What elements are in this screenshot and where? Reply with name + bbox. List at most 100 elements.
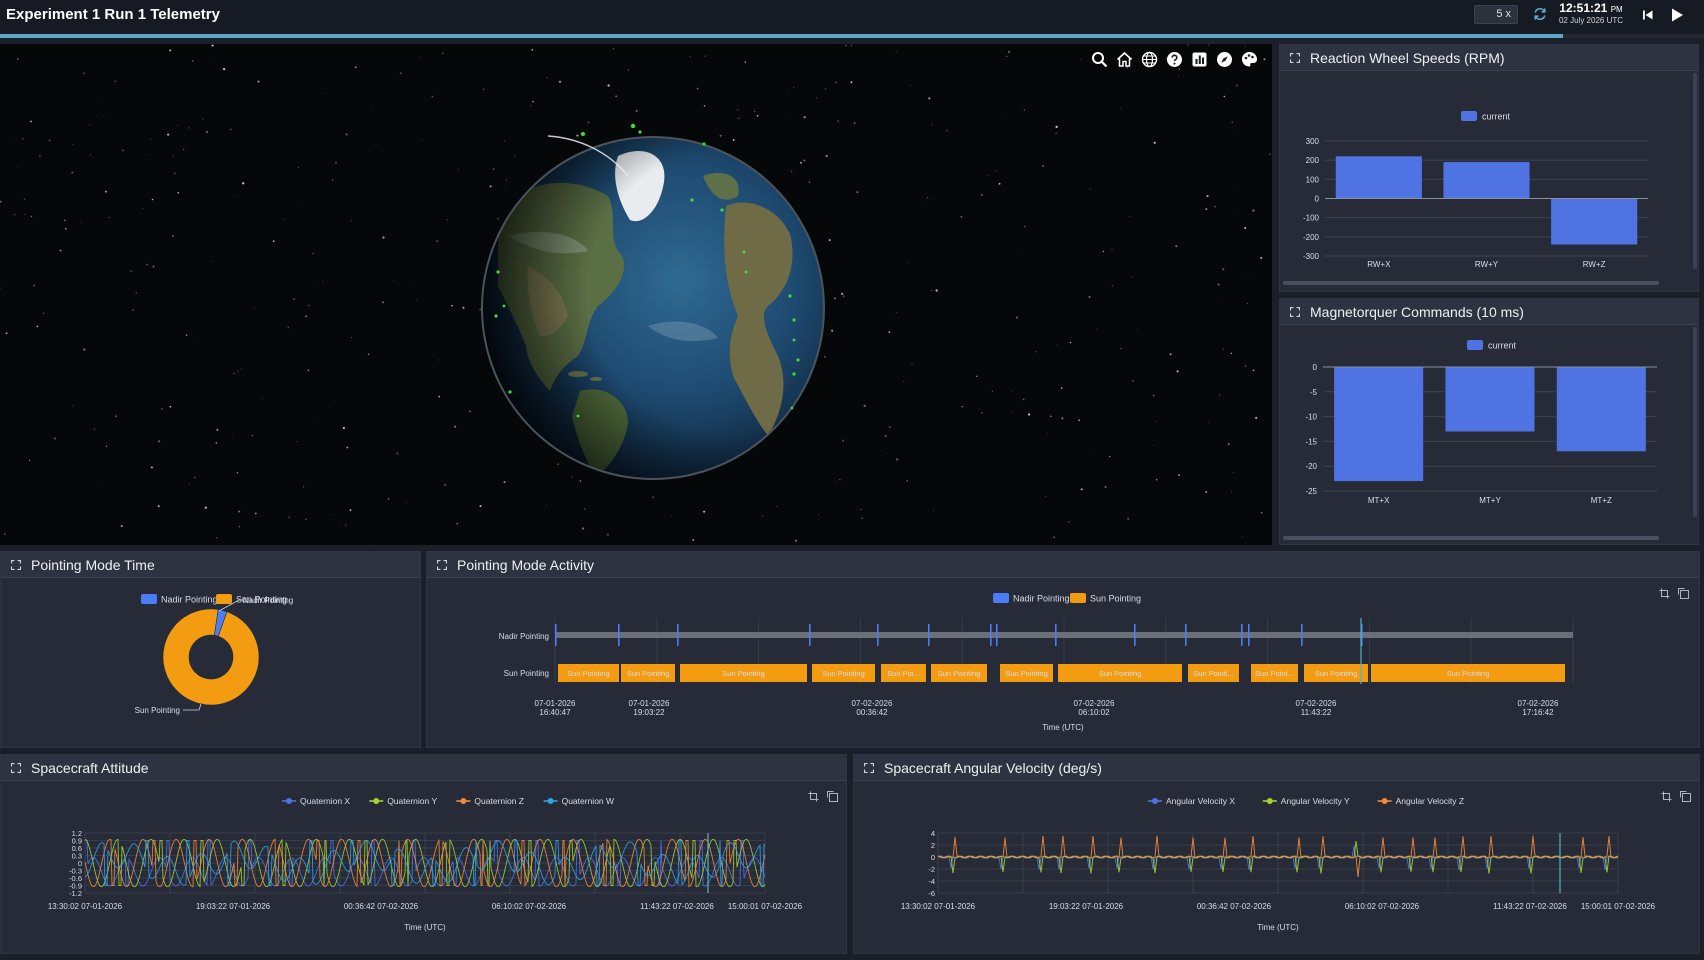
globe-viewer[interactable] — [0, 44, 1272, 545]
nadir-segment[interactable] — [996, 624, 998, 646]
pointing-time-donut[interactable]: Nadir Pointing Sun Pointing Nadir Pointing… — [1, 578, 420, 746]
star — [1006, 55, 1008, 58]
help-icon[interactable] — [1164, 49, 1185, 70]
legend-marker — [1381, 798, 1388, 804]
bar[interactable] — [1556, 367, 1646, 452]
globe-icon[interactable] — [1139, 49, 1160, 70]
horizontal-scrollbar[interactable] — [1283, 536, 1659, 540]
reset-zoom-icon[interactable] — [827, 791, 838, 802]
star — [703, 510, 706, 513]
star — [1235, 84, 1239, 87]
skip-to-start-icon[interactable] — [1640, 7, 1656, 23]
nadir-segment[interactable] — [1055, 624, 1057, 646]
nadir-segment[interactable] — [1185, 624, 1187, 646]
star — [558, 80, 562, 83]
y-tick-label: -2 — [928, 865, 935, 874]
attitude-chart[interactable]: Quaternion X Quaternion Y Quaternion Z Quat… — [1, 781, 846, 953]
star — [1244, 46, 1246, 47]
x-axis-label: Time (UTC) — [404, 923, 446, 932]
star — [1152, 444, 1154, 446]
sync-icon[interactable] — [1532, 6, 1548, 22]
playback-speed-input[interactable]: 5 x — [1474, 5, 1518, 24]
star — [887, 452, 889, 454]
star — [1132, 380, 1134, 382]
star — [1242, 536, 1244, 538]
star — [192, 60, 194, 62]
row-label: Nadir Pointing — [499, 632, 549, 641]
reset-zoom-icon[interactable] — [1680, 791, 1691, 802]
nadir-segment[interactable] — [1241, 624, 1243, 646]
nadir-segment[interactable] — [877, 624, 879, 646]
legend-swatch[interactable] — [141, 594, 157, 604]
pointing-activity-timeline[interactable]: Nadir Pointing Sun Pointing Nadir Pointing… — [427, 578, 1699, 746]
legend-label: Nadir Pointing — [161, 595, 218, 605]
star — [334, 161, 337, 164]
star — [835, 481, 837, 483]
bar[interactable] — [1551, 198, 1638, 245]
angular-velocity-chart[interactable]: Angular Velocity X Angular Velocity Y Angu… — [854, 781, 1699, 953]
y-tick-label: 0 — [931, 853, 935, 862]
donut-slice[interactable] — [162, 608, 260, 706]
expand-icon[interactable] — [11, 559, 21, 570]
legend-label: current — [1482, 112, 1511, 122]
bar[interactable] — [1445, 367, 1535, 432]
nadir-segment[interactable] — [677, 624, 679, 646]
y-tick-label: -100 — [1303, 214, 1320, 223]
home-icon[interactable] — [1114, 49, 1135, 70]
reset-zoom-icon[interactable] — [1678, 588, 1689, 599]
legend-swatch[interactable] — [993, 593, 1009, 603]
legend-swatch[interactable] — [1467, 340, 1483, 350]
nadir-segment[interactable] — [1248, 624, 1250, 646]
star — [995, 170, 997, 172]
star — [776, 505, 778, 507]
magnetorquer-chart[interactable]: current 0 -5 -10 -15 -20 -25 MT+X MT+Y MT+Z — [1280, 325, 1690, 540]
expand-icon[interactable] — [11, 762, 21, 773]
bar[interactable] — [1443, 162, 1530, 199]
star — [1155, 478, 1158, 481]
bar[interactable] — [1334, 367, 1424, 482]
star — [396, 452, 399, 455]
nadir-segment[interactable] — [809, 624, 811, 646]
slice-label-sun: Sun Pointing — [135, 706, 180, 715]
star — [442, 52, 444, 54]
star — [0, 287, 1, 289]
vertical-scrollbar[interactable] — [1693, 327, 1697, 517]
nadir-segment[interactable] — [990, 624, 992, 646]
expand-icon[interactable] — [437, 559, 447, 570]
compass-icon[interactable] — [1214, 49, 1235, 70]
star — [828, 239, 831, 242]
star — [1056, 344, 1058, 346]
legend-swatch[interactable] — [216, 594, 232, 604]
star — [1012, 412, 1013, 413]
panel-header: Reaction Wheel Speeds (RPM) — [1280, 45, 1698, 71]
star — [1239, 132, 1241, 134]
star — [236, 370, 239, 372]
star — [931, 123, 933, 125]
reaction-wheel-chart[interactable]: current 300 200 100 0 -100 -200 -300 RW+X RW+Y RW+… — [1280, 71, 1690, 286]
playback-progress-bar[interactable] — [0, 34, 1704, 38]
nadir-segment[interactable] — [1134, 624, 1136, 646]
star — [850, 81, 853, 84]
bar[interactable] — [1335, 156, 1422, 199]
star — [998, 182, 1001, 185]
play-icon[interactable] — [1668, 6, 1686, 24]
horizontal-scrollbar[interactable] — [1283, 281, 1659, 285]
zoom-select-icon[interactable] — [808, 791, 819, 802]
zoom-select-icon[interactable] — [1659, 588, 1670, 599]
search-icon[interactable] — [1089, 49, 1110, 70]
vertical-scrollbar[interactable] — [1693, 73, 1697, 269]
legend-swatch[interactable] — [1070, 593, 1086, 603]
palette-icon[interactable] — [1239, 49, 1260, 70]
nadir-segment[interactable] — [1301, 624, 1303, 646]
nadir-segment[interactable] — [618, 624, 620, 646]
earth-globe[interactable] — [468, 116, 828, 496]
legend-swatch[interactable] — [1461, 111, 1477, 121]
zoom-select-icon[interactable] — [1661, 791, 1672, 802]
nadir-segment[interactable] — [555, 624, 557, 646]
expand-icon[interactable] — [1290, 306, 1300, 317]
clock-date: 02 July 2026 UTC — [1558, 16, 1624, 25]
expand-icon[interactable] — [1290, 52, 1300, 63]
chart-icon[interactable] — [1189, 49, 1210, 70]
nadir-segment[interactable] — [928, 624, 930, 646]
expand-icon[interactable] — [864, 762, 874, 773]
